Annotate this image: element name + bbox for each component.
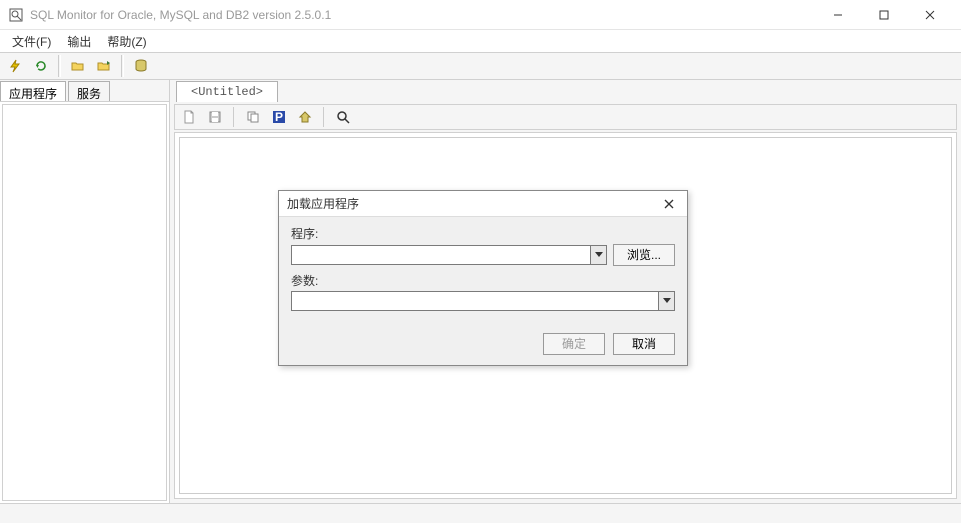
home-icon[interactable] <box>295 107 315 127</box>
window-buttons <box>815 0 953 30</box>
close-button[interactable] <box>907 0 953 30</box>
copy-icon[interactable] <box>243 107 263 127</box>
menu-help[interactable]: 帮助(Z) <box>99 31 154 52</box>
browse-button[interactable]: 浏览... <box>613 244 675 266</box>
tab-applications[interactable]: 应用程序 <box>0 81 66 101</box>
dialog-title-bar: 加载应用程序 <box>279 191 687 217</box>
separator <box>58 55 61 77</box>
svg-text:P: P <box>275 110 283 124</box>
database-icon[interactable] <box>130 55 152 77</box>
left-panel: 应用程序 服务 <box>0 80 170 503</box>
minimize-button[interactable] <box>815 0 861 30</box>
document-tabs: <Untitled> <box>170 80 961 102</box>
window-title: SQL Monitor for Oracle, MySQL and DB2 ve… <box>30 8 815 22</box>
params-input[interactable] <box>292 292 658 310</box>
separator <box>323 107 325 127</box>
menu-file[interactable]: 文件(F) <box>4 31 59 52</box>
tab-services[interactable]: 服务 <box>68 81 110 101</box>
new-file-icon[interactable] <box>179 107 199 127</box>
left-tabs: 应用程序 服务 <box>0 80 169 102</box>
dialog-close-button[interactable] <box>659 194 679 214</box>
document-toolbar: P <box>174 104 957 130</box>
program-label: 程序: <box>291 225 675 242</box>
maximize-button[interactable] <box>861 0 907 30</box>
save-icon[interactable] <box>205 107 225 127</box>
status-bar <box>0 503 961 523</box>
chevron-down-icon[interactable] <box>658 292 674 310</box>
document-tab[interactable]: <Untitled> <box>176 81 278 102</box>
folder-arrow-icon[interactable] <box>93 55 115 77</box>
ok-button[interactable]: 确定 <box>543 333 605 355</box>
folder-open-icon[interactable] <box>67 55 89 77</box>
left-panel-content <box>2 104 167 501</box>
dialog-title: 加载应用程序 <box>287 195 659 212</box>
main-toolbar <box>0 52 961 80</box>
params-label: 参数: <box>291 272 675 289</box>
chevron-down-icon[interactable] <box>590 246 606 264</box>
separator <box>233 107 235 127</box>
app-icon <box>8 7 24 23</box>
park-icon[interactable]: P <box>269 107 289 127</box>
dialog-body: 程序: 浏览... 参数: <box>279 217 687 327</box>
menu-bar: 文件(F) 输出 帮助(Z) <box>0 30 961 52</box>
menu-output[interactable]: 输出 <box>59 31 99 52</box>
load-application-dialog: 加载应用程序 程序: 浏览... 参数: <box>278 190 688 366</box>
program-input[interactable] <box>292 246 590 264</box>
refresh-icon[interactable] <box>30 55 52 77</box>
separator <box>121 55 124 77</box>
program-combo[interactable] <box>291 245 607 265</box>
params-combo[interactable] <box>291 291 675 311</box>
cancel-button[interactable]: 取消 <box>613 333 675 355</box>
bolt-icon[interactable] <box>4 55 26 77</box>
title-bar: SQL Monitor for Oracle, MySQL and DB2 ve… <box>0 0 961 30</box>
zoom-icon[interactable] <box>333 107 353 127</box>
dialog-buttons: 确定 取消 <box>279 327 687 365</box>
